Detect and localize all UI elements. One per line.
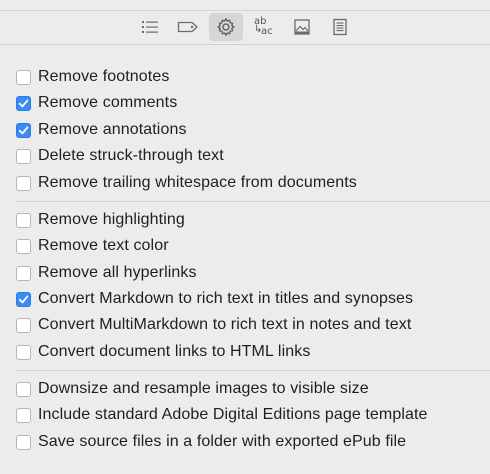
list-icon <box>142 21 158 33</box>
option-convert-multimarkdown[interactable]: Convert MultiMarkdown to rich text in no… <box>16 313 411 337</box>
option-remove-hyperlinks[interactable]: Remove all hyperlinks <box>16 261 197 285</box>
option-label: Downsize and resample images to visible … <box>38 380 369 397</box>
option-remove-comments[interactable]: Remove comments <box>16 91 177 115</box>
option-label: Save source files in a folder with expor… <box>38 433 407 450</box>
option-convert-markdown[interactable]: Convert Markdown to rich text in titles … <box>16 287 413 311</box>
text-replace-icon: ab ↳ ac <box>252 16 276 38</box>
option-label: Convert Markdown to rich text in titles … <box>38 290 414 307</box>
option-label: Convert document links to HTML links <box>38 343 311 360</box>
tab-document[interactable] <box>323 13 357 41</box>
option-label: Include standard Adobe Digital Editions … <box>38 406 428 423</box>
checkbox[interactable] <box>16 175 31 191</box>
gear-icon <box>217 18 235 36</box>
checkbox[interactable] <box>16 317 31 333</box>
checkbox[interactable] <box>16 265 31 281</box>
option-label: Remove text color <box>38 237 169 254</box>
group-divider <box>16 201 490 202</box>
group-divider <box>16 370 490 371</box>
tab-settings[interactable] <box>209 13 243 41</box>
checkbox[interactable] <box>16 122 31 138</box>
checkbox[interactable] <box>16 212 31 228</box>
option-label: Remove trailing whitespace from document… <box>38 174 357 191</box>
option-label: Remove annotations <box>38 121 187 138</box>
checkbox[interactable] <box>16 344 31 360</box>
checkmark-icon <box>18 99 29 107</box>
export-options-window: ab ↳ ac Remove footnotes Remove comments… <box>0 0 490 474</box>
options-toolbar: ab ↳ ac <box>0 11 490 43</box>
checkbox[interactable] <box>16 291 31 307</box>
option-convert-document-links[interactable]: Convert document links to HTML links <box>16 340 310 364</box>
option-label: Remove highlighting <box>38 211 185 228</box>
option-label: Remove all hyperlinks <box>38 264 197 281</box>
checkbox[interactable] <box>16 434 31 450</box>
option-remove-text-color[interactable]: Remove text color <box>16 234 169 258</box>
tag-icon <box>177 21 198 33</box>
option-remove-annotations[interactable]: Remove annotations <box>16 118 187 142</box>
checkbox[interactable] <box>16 95 31 111</box>
tab-images[interactable] <box>285 13 319 41</box>
tab-labels[interactable] <box>171 13 205 41</box>
option-include-ade-template[interactable]: Include standard Adobe Digital Editions … <box>16 403 428 427</box>
option-label: Remove comments <box>38 94 178 111</box>
tab-replacements[interactable]: ab ↳ ac <box>247 13 281 41</box>
checkbox[interactable] <box>16 148 31 164</box>
checkbox[interactable] <box>16 69 31 85</box>
option-delete-struck-through[interactable]: Delete struck-through text <box>16 144 224 168</box>
toolbar-divider <box>0 44 490 45</box>
checkmark-icon <box>18 295 29 303</box>
option-label: Convert MultiMarkdown to rich text in no… <box>38 316 412 333</box>
option-remove-footnotes[interactable]: Remove footnotes <box>16 65 169 89</box>
tab-list[interactable] <box>133 13 167 41</box>
replace-to-text: ac <box>261 26 273 37</box>
document-icon <box>333 18 347 36</box>
checkbox[interactable] <box>16 238 31 254</box>
option-downsize-images[interactable]: Downsize and resample images to visible … <box>16 377 369 401</box>
image-icon <box>294 19 310 35</box>
checkmark-icon <box>18 126 29 134</box>
option-label: Delete struck-through text <box>38 147 224 164</box>
option-save-source-files[interactable]: Save source files in a folder with expor… <box>16 430 406 454</box>
checkbox[interactable] <box>16 381 31 397</box>
option-remove-trailing-whitespace[interactable]: Remove trailing whitespace from document… <box>16 171 357 195</box>
option-remove-highlighting[interactable]: Remove highlighting <box>16 208 185 232</box>
option-label: Remove footnotes <box>38 68 170 85</box>
checkbox[interactable] <box>16 407 31 423</box>
